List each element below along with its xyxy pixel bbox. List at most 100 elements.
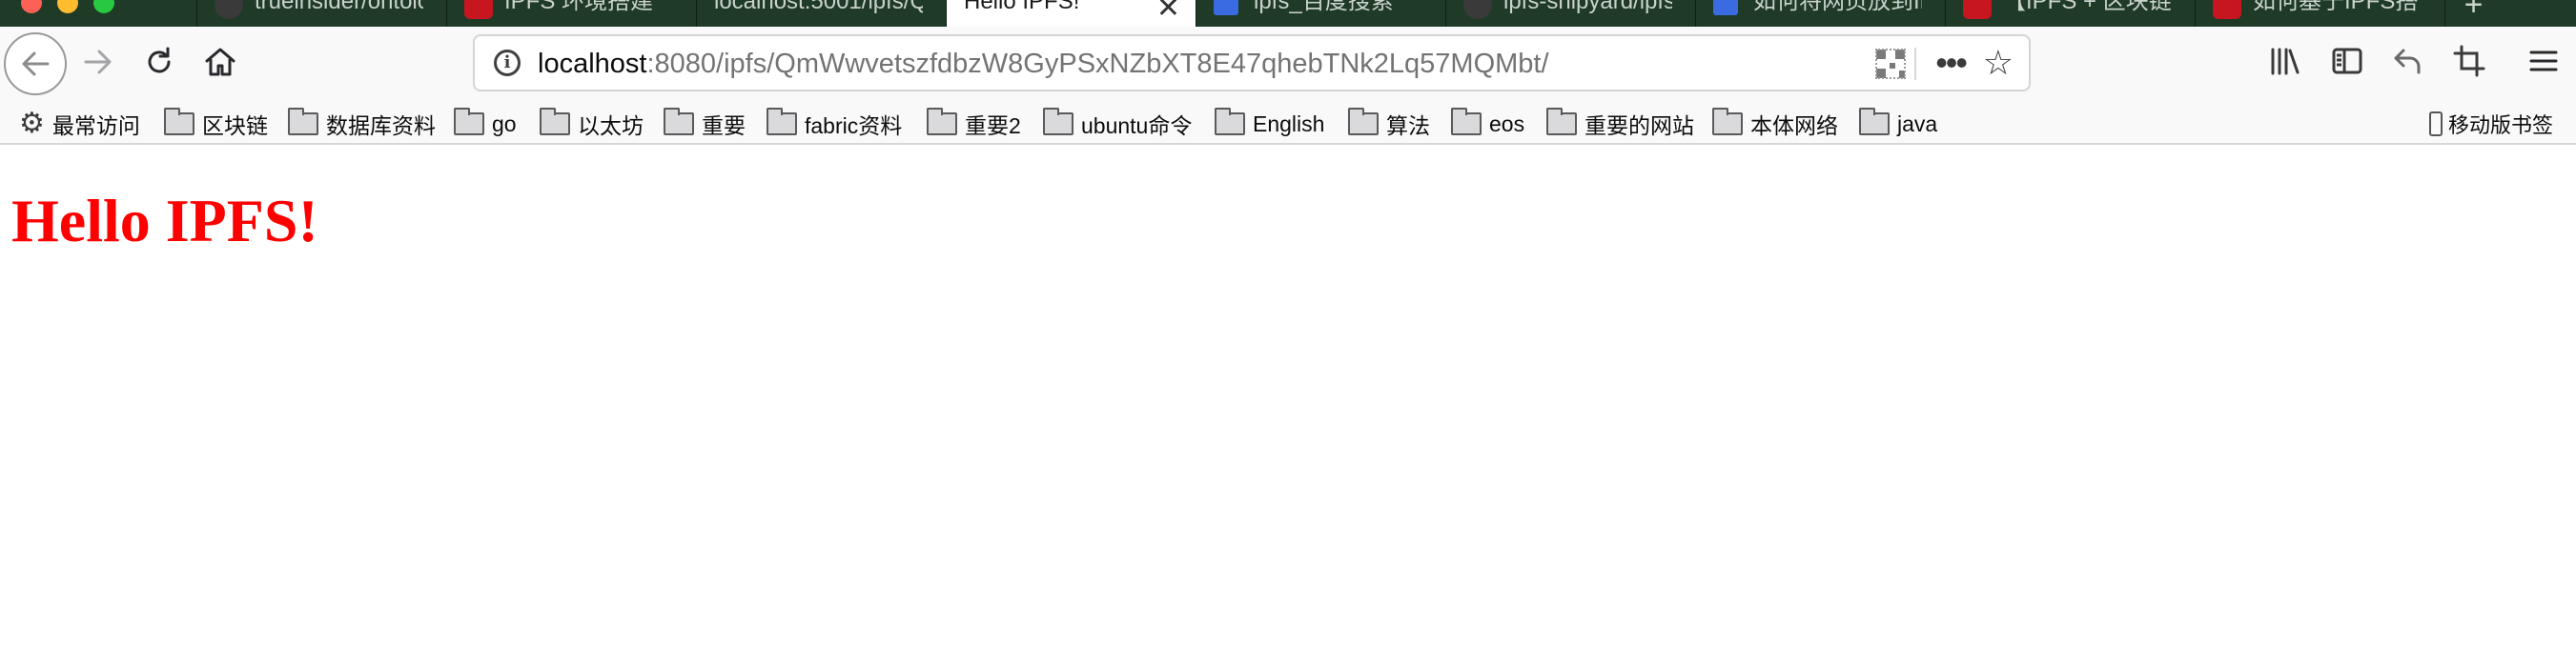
hamburger-icon (2529, 50, 2558, 71)
tab[interactable]: ipfs-shipyard/ipfs (1445, 0, 1695, 27)
csdn-icon (1963, 0, 1992, 19)
bookmark-label: fabric资料 (805, 113, 903, 138)
navigation-toolbar: i localhost:8080/ipfs/QmWwvetszfdbzW8GyP… (0, 27, 2576, 103)
folder-icon (288, 108, 318, 135)
folder-icon (1451, 108, 1482, 135)
back-arrow-icon (22, 51, 50, 76)
bookmark-label: 移动版书签 (2448, 113, 2554, 137)
bookmark-label: go (492, 111, 517, 136)
info-icon[interactable]: i (494, 50, 521, 76)
tab-label: ipfs_百度搜索 (1254, 0, 1394, 13)
close-tab-icon[interactable]: ✕ (1156, 0, 1180, 23)
bookmark-label: ubuntu命令 (1081, 113, 1193, 138)
bookmark-folder[interactable]: ubuntu命令 (1043, 107, 1192, 141)
phone-icon (2429, 111, 2443, 136)
bookmark-folder[interactable]: 以太坊 (540, 107, 644, 141)
bookmark-label: 算法 (1386, 113, 1430, 138)
page-content: Hello IPFS! (0, 145, 2576, 665)
folder-icon (1859, 108, 1890, 135)
folder-icon (1348, 108, 1379, 135)
reload-icon (148, 47, 171, 73)
tab[interactable]: localhost:5001/ipfs/Q (696, 0, 946, 27)
bookmark-folder[interactable]: 算法 (1348, 107, 1430, 141)
bookmark-folder[interactable]: 本体网络 (1712, 107, 1838, 141)
url-host: localhost (538, 49, 647, 79)
bookmark-folder[interactable]: 区块链 (164, 107, 268, 141)
crop-icon (2453, 45, 2485, 77)
mobile-bookmarks[interactable]: 移动版书签 (2429, 107, 2553, 141)
tab-list: truelnsider/ontolo IPFS 环境搭建 localhost:5… (196, 0, 2502, 27)
url-text[interactable]: localhost:8080/ipfs/QmWwvetszfdbzW8GyPSx… (538, 48, 1549, 80)
bookmark-label: 最常访问 (51, 113, 140, 138)
folder-icon (767, 108, 797, 135)
tab[interactable]: 【IPFS + 区块链 (1945, 0, 2195, 27)
library-button[interactable] (2263, 40, 2305, 82)
bookmark-folder[interactable]: 重要的网站 (1546, 107, 1694, 141)
gear-icon: ⚙ (19, 108, 45, 139)
undo-arrow-icon (2394, 49, 2421, 74)
csdn-icon (2213, 0, 2241, 19)
sidebar-button[interactable] (2326, 40, 2368, 82)
reload-button[interactable] (135, 38, 183, 86)
folder-icon (1043, 108, 1073, 135)
library-icon (2271, 48, 2300, 75)
tab[interactable]: 如何将网页放到IP (1695, 0, 1945, 27)
tab[interactable]: truelnsider/ontolo (196, 0, 446, 27)
bookmark-folder[interactable]: 数据库资料 (288, 107, 436, 141)
page-actions-icon[interactable]: ••• (1935, 40, 1968, 86)
bookmark-folder[interactable]: java (1859, 107, 1937, 141)
bookmark-label: eos (1489, 111, 1525, 136)
tab[interactable]: 如何基于IPFS搭 (2195, 0, 2444, 27)
url-path: :8080/ipfs/QmWwvetszfdbzW8GyPSxNZbXT8E47… (646, 49, 1549, 79)
bookmark-folder[interactable]: 重要 (664, 107, 746, 141)
tab-strip: truelnsider/ontolo IPFS 环境搭建 localhost:5… (0, 0, 2576, 27)
sidebar-icon (2332, 48, 2362, 74)
qr-code-icon[interactable] (1875, 49, 1906, 79)
undo-close-button[interactable] (2387, 40, 2429, 82)
bookmark-label: English (1253, 111, 1325, 136)
bookmark-label: 数据库资料 (326, 113, 436, 138)
bookmark-folder[interactable]: eos (1451, 107, 1524, 141)
window-minimize-button[interactable] (57, 0, 78, 13)
window-close-button[interactable] (21, 0, 42, 13)
bookmark-label: 以太坊 (578, 113, 644, 138)
baidu-icon (1713, 0, 1738, 15)
bookmark-folder[interactable]: fabric资料 (767, 107, 902, 141)
bookmark-label: 区块链 (202, 113, 268, 138)
home-button[interactable] (196, 38, 244, 86)
back-button[interactable] (4, 32, 67, 95)
tab-label: truelnsider/ontolo (255, 0, 423, 13)
folder-icon (1712, 108, 1743, 135)
tab-label: IPFS 环境搭建 (504, 0, 654, 13)
new-tab-button[interactable]: + (2444, 0, 2502, 27)
forward-button[interactable] (74, 38, 122, 86)
folder-icon (1546, 108, 1577, 135)
tab-label: localhost:5001/ipfs/Q (714, 0, 923, 13)
folder-icon (927, 108, 957, 135)
bookmark-label: java (1897, 111, 1938, 136)
tab[interactable]: ipfs_百度搜索 (1196, 0, 1445, 27)
bookmark-folder[interactable]: 重要2 (927, 107, 1021, 141)
bookmark-label: 重要 (702, 113, 746, 138)
bookmark-most-visited[interactable]: ⚙ 最常访问 (19, 107, 140, 141)
window-zoom-button[interactable] (93, 0, 114, 13)
bookmark-folder[interactable]: English (1215, 107, 1324, 141)
address-bar[interactable]: i localhost:8080/ipfs/QmWwvetszfdbzW8GyP… (473, 34, 2031, 91)
bookmark-folder[interactable]: go (454, 107, 517, 141)
folder-icon (540, 108, 570, 135)
csdn-icon (464, 0, 493, 19)
screenshot-button[interactable] (2448, 40, 2490, 82)
bookmark-star-icon[interactable]: ☆ (1983, 42, 2014, 84)
tab[interactable]: IPFS 环境搭建 (446, 0, 696, 27)
github-icon (1463, 0, 1492, 19)
folder-icon (1215, 108, 1245, 135)
bookmark-label: 重要的网站 (1584, 113, 1694, 138)
page-heading: Hello IPFS! (11, 187, 318, 254)
menu-button[interactable] (2523, 40, 2565, 82)
tab-label: 【IPFS + 区块链 (2003, 0, 2172, 13)
tab-label: ipfs-shipyard/ipfs (1503, 0, 1672, 13)
bookmarks-toolbar: ⚙ 最常访问 区块链 数据库资料 go 以太坊 重要 fabric资料 重要2 … (0, 103, 2576, 145)
bookmark-label: 重要2 (965, 113, 1021, 138)
folder-icon (454, 108, 484, 135)
tab-active[interactable]: Hello IPFS! ✕ (946, 0, 1196, 27)
